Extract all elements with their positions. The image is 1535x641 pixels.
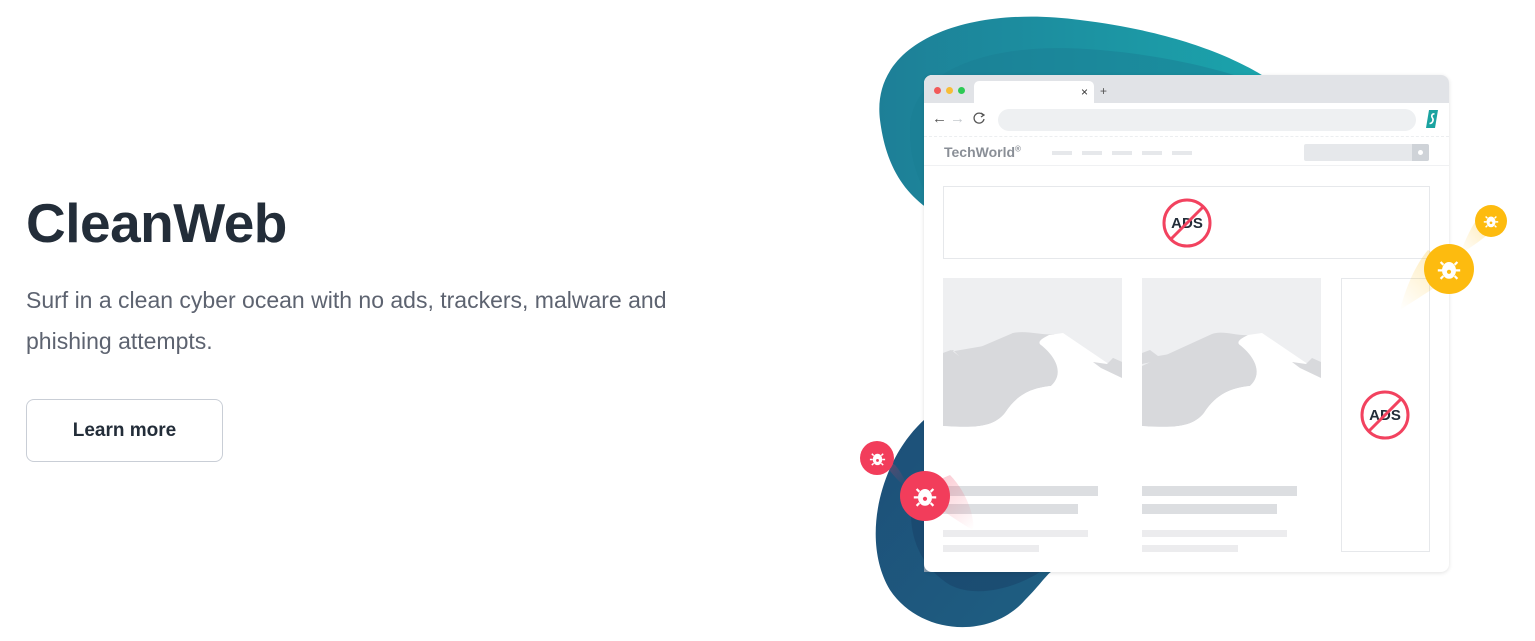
bug-icon <box>869 452 885 466</box>
learn-more-button[interactable]: Learn more <box>26 399 223 462</box>
hero-description: Surf in a clean cyber ocean with no ads,… <box>26 287 667 354</box>
bug-icon <box>1437 261 1461 280</box>
threat-trails <box>880 215 1495 530</box>
malware-bug-small <box>860 441 894 475</box>
hero-section: CleanWeb Surf in a clean cyber ocean wit… <box>26 190 746 462</box>
page-title: CleanWeb <box>26 192 287 254</box>
malware-bug-large <box>900 471 950 521</box>
cleanweb-illustration: × + ← → TechWorld® <box>840 0 1535 641</box>
tracker-bug-small <box>1475 205 1507 237</box>
bug-icon <box>1483 215 1499 228</box>
bug-icon <box>913 488 937 507</box>
tracker-bug-large <box>1424 244 1474 294</box>
